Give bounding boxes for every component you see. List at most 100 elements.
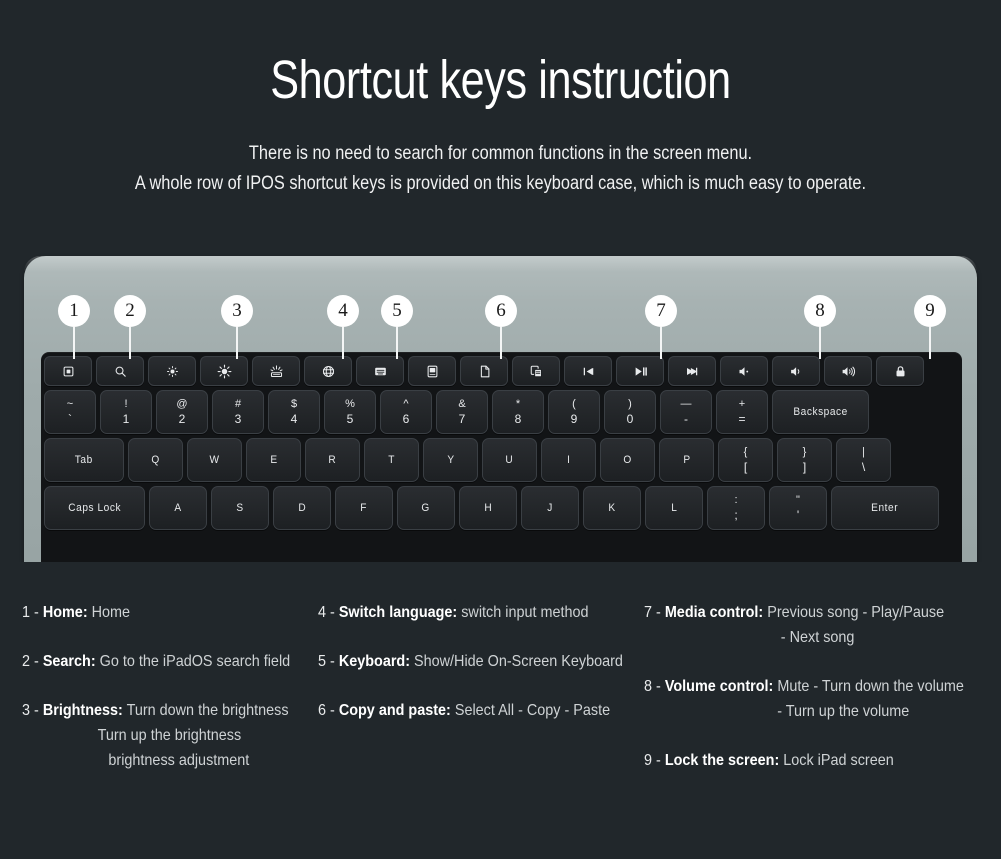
key-home[interactable] [44, 356, 92, 386]
key-t[interactable]: T [364, 438, 419, 482]
key-1[interactable]: ! 1 [100, 390, 152, 434]
key-s[interactable]: S [211, 486, 269, 530]
key-paste[interactable] [512, 356, 560, 386]
legend-primary-line: 6 - Copy and paste: Select All - Copy - … [318, 698, 611, 723]
key-enter[interactable]: Enter [831, 486, 939, 530]
brightness-up-icon [217, 364, 232, 379]
key-a[interactable]: A [149, 486, 207, 530]
key-7[interactable]: & 7 [436, 390, 488, 434]
key-w[interactable]: W [187, 438, 242, 482]
key-f[interactable]: F [335, 486, 393, 530]
key-backspace[interactable]: Backspace [772, 390, 869, 434]
key-5[interactable]: % 5 [324, 390, 376, 434]
key-upper-legend: % [345, 398, 355, 410]
legend-label: Volume control: [664, 678, 774, 695]
legend-label: Search: [42, 653, 96, 670]
key-play-pause[interactable] [616, 356, 664, 386]
key-o[interactable]: O [600, 438, 655, 482]
legend-item: 8 - Volume control: Mute - Turn down the… [644, 674, 1001, 724]
legend-primary-line: 3 - Brightness: Turn down the brightness [22, 698, 289, 723]
legend-primary-line: 9 - Lock the screen: Lock iPad screen [644, 748, 965, 773]
key-u[interactable]: U [482, 438, 537, 482]
key-d[interactable]: D [273, 486, 331, 530]
key-=[interactable]: + = [716, 390, 768, 434]
key-y[interactable]: Y [423, 438, 478, 482]
legend-label: Brightness: [42, 702, 123, 719]
qwerty-key-row: Tab Q W E R T Y U I O P{[}] | \ [41, 438, 894, 482]
key-6[interactable]: ^ 6 [380, 390, 432, 434]
key-3[interactable]: #3 [212, 390, 264, 434]
key-mute[interactable] [720, 356, 768, 386]
key-onscreen-keyboard[interactable] [356, 356, 404, 386]
key-g[interactable]: G [397, 486, 455, 530]
key-e[interactable]: E [246, 438, 301, 482]
key-switch-language[interactable] [304, 356, 352, 386]
key-upper-legend: } [802, 446, 807, 458]
search-icon [113, 364, 128, 379]
key-caps-lock[interactable]: Caps Lock [44, 486, 145, 530]
legend-description: Mute - Turn down the volume [773, 678, 964, 695]
callout-number: 8 [804, 295, 836, 327]
key-4[interactable]: $4 [268, 390, 320, 434]
paste-icon [529, 364, 544, 379]
key-lock-screen[interactable] [876, 356, 924, 386]
key-h[interactable]: H [459, 486, 517, 530]
next-track-icon [685, 364, 700, 379]
key-i[interactable]: I [541, 438, 596, 482]
key-2[interactable]: @2 [156, 390, 208, 434]
key-r[interactable]: R [305, 438, 360, 482]
key-volume-up[interactable] [824, 356, 872, 386]
key-upper-legend: { [743, 446, 748, 458]
key-copy[interactable] [460, 356, 508, 386]
key-lower-legend: D [298, 502, 306, 514]
key-upper-legend: : [734, 494, 738, 506]
key-l[interactable]: L [645, 486, 703, 530]
legend-primary-line: 2 - Search: Go to the iPadOS search fiel… [22, 649, 290, 674]
key-[[interactable]: {[ [718, 438, 773, 482]
legend-item: 9 - Lock the screen: Lock iPad screen [644, 748, 1001, 773]
callout-leader-line [396, 327, 398, 359]
volume-down-icon [789, 364, 804, 379]
key-brightness-up[interactable] [200, 356, 248, 386]
key-k[interactable]: K [583, 486, 641, 530]
key-upper-legend: + [738, 398, 746, 410]
key-quote[interactable]: " ' [769, 486, 827, 530]
key-semicolon[interactable]: :; [707, 486, 765, 530]
key-`[interactable]: ~ ` [44, 390, 96, 434]
key-j[interactable]: J [521, 486, 579, 530]
globe-icon [321, 364, 336, 379]
callout-number: 6 [485, 295, 517, 327]
key-][interactable]: }] [777, 438, 832, 482]
key-0[interactable]: ) 0 [604, 390, 656, 434]
key-brightness-down[interactable] [148, 356, 196, 386]
key-tab[interactable]: Tab [44, 438, 124, 482]
key-backlight[interactable] [252, 356, 300, 386]
key-volume-down[interactable] [772, 356, 820, 386]
key-9[interactable]: (9 [548, 390, 600, 434]
key-backslash[interactable]: | \ [836, 438, 891, 482]
key-lower-legend: J [547, 502, 553, 514]
page-title: Shortcut keys instruction [270, 50, 731, 110]
key-search[interactable] [96, 356, 144, 386]
callout-leader-line [660, 327, 662, 359]
legend-index: 1 - [22, 604, 43, 621]
key-previous-song[interactable] [564, 356, 612, 386]
legend-index: 8 - [644, 678, 665, 695]
key-lower-legend: K [608, 502, 616, 514]
key-8[interactable]: * 8 [492, 390, 544, 434]
subtitle-line-1: There is no need to search for common fu… [248, 142, 753, 164]
key-q[interactable]: Q [128, 438, 183, 482]
key-lower-legend: A [174, 502, 182, 514]
legend-item: 6 - Copy and paste: Select All - Copy - … [318, 698, 644, 723]
play-pause-icon [633, 364, 648, 379]
key-lower-legend: E [269, 454, 278, 466]
key-select-all[interactable] [408, 356, 456, 386]
callout-leader-line [819, 327, 821, 359]
key--[interactable]: — - [660, 390, 712, 434]
key-next-song[interactable] [668, 356, 716, 386]
legend-description: Previous song - Play/Pause [763, 604, 945, 621]
key-p[interactable]: P [659, 438, 714, 482]
key-lower-legend: 0 [626, 412, 634, 426]
legend-index: 7 - [644, 604, 665, 621]
legend-description: Lock iPad screen [779, 752, 894, 769]
